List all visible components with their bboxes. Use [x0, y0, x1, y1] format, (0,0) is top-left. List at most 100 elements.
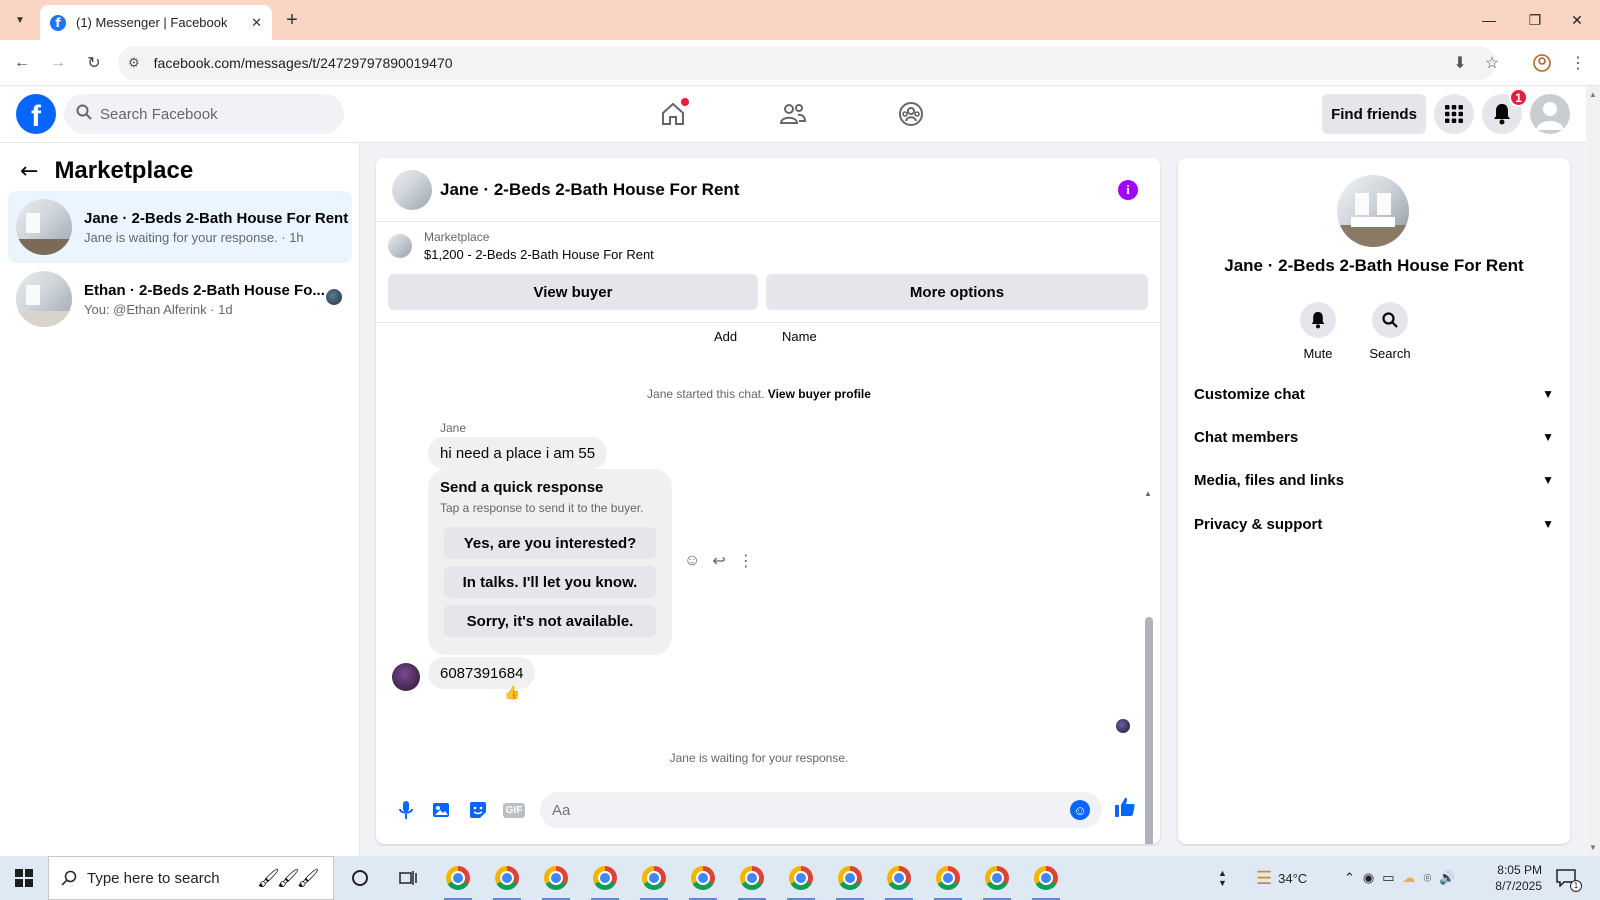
chrome-taskbar-icon[interactable]: [1030, 862, 1062, 900]
weather-widget[interactable]: ☰ 34°C: [1256, 856, 1307, 900]
tab-search-dropdown-icon[interactable]: ▼: [8, 8, 32, 32]
chrome-taskbar-icon[interactable]: [736, 862, 768, 900]
message-input-box[interactable]: ☺: [540, 792, 1102, 828]
forward-arrow-icon[interactable]: →: [46, 51, 70, 75]
cortana-icon[interactable]: [344, 862, 376, 894]
friends-nav-button[interactable]: [773, 96, 813, 132]
thumbs-up-reaction-icon[interactable]: 👍: [504, 685, 520, 701]
chat-avatar[interactable]: [392, 169, 432, 210]
chrome-taskbar-icon[interactable]: [540, 862, 572, 900]
chevron-down-icon: ▼: [1542, 517, 1554, 531]
account-avatar[interactable]: [1530, 94, 1570, 134]
groups-icon: [899, 102, 923, 126]
section-privacy-support[interactable]: Privacy & support ▼: [1194, 502, 1554, 546]
reload-icon[interactable]: ↻: [82, 51, 106, 75]
find-friends-button[interactable]: Find friends: [1322, 94, 1426, 134]
start-button[interactable]: [0, 856, 48, 900]
photo-icon[interactable]: [424, 792, 460, 828]
search-conversation-button[interactable]: Search: [1358, 302, 1422, 361]
groups-nav-button[interactable]: [891, 96, 931, 132]
menu-button[interactable]: [1434, 94, 1474, 134]
notifications-button[interactable]: 1: [1482, 88, 1528, 134]
install-app-icon[interactable]: ⬇: [1448, 51, 1472, 75]
seen-avatar: [326, 289, 342, 305]
chat-details-panel: Jane · 2-Beds 2-Bath House For Rent Mute…: [1178, 158, 1570, 844]
browser-tab-messenger[interactable]: f (1) Messenger | Facebook ✕: [40, 5, 272, 40]
sticker-icon[interactable]: [460, 792, 496, 828]
chrome-taskbar-icon[interactable]: [932, 862, 964, 900]
taskbar-clock[interactable]: 8:05 PM 8/7/2025: [1462, 862, 1542, 894]
scroll-up-icon[interactable]: ▲: [1589, 90, 1597, 99]
close-window-icon[interactable]: ✕: [1554, 0, 1600, 40]
emoji-icon[interactable]: ☺: [1070, 800, 1090, 820]
task-view-icon[interactable]: [392, 862, 424, 894]
chevron-up-icon[interactable]: ⌃: [1344, 870, 1355, 886]
temperature-text: 34°C: [1278, 870, 1308, 886]
view-buyer-profile-link[interactable]: View buyer profile: [768, 387, 871, 401]
thumbs-up-send-icon[interactable]: [1114, 796, 1136, 824]
back-arrow-icon[interactable]: ←: [10, 51, 34, 75]
facebook-search-input[interactable]: [100, 105, 320, 123]
quick-reply-in-talks[interactable]: In talks. I'll let you know.: [444, 566, 656, 598]
sender-avatar[interactable]: [392, 663, 420, 691]
chrome-taskbar-icon[interactable]: [638, 862, 670, 900]
bookmark-star-icon[interactable]: ☆: [1480, 51, 1504, 75]
profile-icon[interactable]: [1530, 51, 1554, 75]
section-customize-chat[interactable]: Customize chat ▼: [1194, 372, 1554, 416]
webcam-icon[interactable]: ⌾: [1424, 870, 1432, 886]
page-scrollbar[interactable]: ▲ ▼: [1586, 86, 1600, 856]
scroll-down-icon[interactable]: ▼: [1589, 843, 1597, 852]
chrome-taskbar-icon[interactable]: [834, 862, 866, 900]
info-icon[interactable]: i: [1118, 180, 1138, 200]
chrome-taskbar-icon[interactable]: [687, 862, 719, 900]
home-nav-button[interactable]: [653, 96, 693, 132]
more-actions-icon[interactable]: ⋮: [738, 551, 754, 571]
record-icon[interactable]: ◉: [1363, 870, 1374, 886]
chat-header: Jane · 2-Beds 2-Bath House For Rent i: [376, 158, 1160, 222]
chrome-taskbar-icon[interactable]: [589, 862, 621, 900]
network-icon[interactable]: ▭: [1382, 870, 1394, 886]
minimize-window-icon[interactable]: —: [1466, 0, 1512, 40]
more-options-button[interactable]: More options: [766, 274, 1148, 310]
new-tab-button[interactable]: +: [280, 8, 304, 32]
quick-reply-interested[interactable]: Yes, are you interested?: [444, 527, 656, 559]
chrome-taskbar-icon[interactable]: [442, 862, 474, 900]
scroll-up-icon[interactable]: ▲: [1144, 489, 1152, 498]
gif-icon[interactable]: GIF: [496, 792, 532, 828]
action-center-icon[interactable]: 1: [1556, 856, 1582, 900]
reply-icon[interactable]: ↩: [712, 551, 725, 571]
chrome-taskbar-icon[interactable]: [981, 862, 1013, 900]
back-arrow-icon[interactable]: ←: [20, 159, 38, 184]
conversation-item-ethan[interactable]: Ethan · 2-Beds 2-Bath House Fo... You: @…: [8, 263, 352, 335]
restore-window-icon[interactable]: ❐: [1512, 0, 1558, 40]
react-smiley-icon[interactable]: ☺: [684, 552, 700, 570]
volume-icon[interactable]: 🔊: [1439, 870, 1455, 886]
view-buyer-button[interactable]: View buyer: [388, 274, 758, 310]
section-chat-members[interactable]: Chat members ▼: [1194, 415, 1554, 459]
site-settings-icon[interactable]: ⚙: [128, 55, 140, 71]
message-bubble[interactable]: hi need a place i am 55: [428, 437, 608, 469]
chrome-taskbar-icon[interactable]: [491, 862, 523, 900]
listing-summary[interactable]: Marketplace $1,200 - 2-Beds 2-Bath House…: [388, 230, 654, 262]
microphone-icon[interactable]: [388, 792, 424, 828]
taskbar-search-box[interactable]: 🖌🖌🖌: [48, 856, 334, 900]
show-hidden-tray-icon[interactable]: ▲ ▼: [1218, 856, 1227, 900]
section-media-files-links[interactable]: Media, files and links ▼: [1194, 458, 1554, 502]
address-bar[interactable]: ⚙ facebook.com/messages/t/24729797890019…: [118, 46, 1496, 80]
facebook-search-box[interactable]: [64, 94, 344, 134]
chat-title[interactable]: Jane · 2-Beds 2-Bath House For Rent: [440, 180, 739, 200]
windows-taskbar: 🖌🖌🖌 ▲▼ ☰ 34°C ⌃ ◉ ▭ ☁ ⌾ 🔊 8:05 PM 8/7/20…: [0, 856, 1600, 900]
taskbar-search-input[interactable]: [87, 869, 257, 887]
browser-menu-icon[interactable]: ⋮: [1566, 51, 1590, 75]
onedrive-icon[interactable]: ☁: [1403, 870, 1416, 886]
quick-reply-not-available[interactable]: Sorry, it's not available.: [444, 605, 656, 637]
search-icon: [76, 104, 92, 124]
message-input[interactable]: [552, 801, 1070, 819]
conversation-preview: You: @Ethan Alferink · 1d: [84, 301, 233, 317]
chrome-taskbar-icon[interactable]: [883, 862, 915, 900]
mute-button[interactable]: Mute: [1286, 302, 1350, 361]
chrome-taskbar-icon[interactable]: [785, 862, 817, 900]
tab-close-icon[interactable]: ✕: [251, 15, 262, 31]
conversation-item-jane[interactable]: Jane · 2-Beds 2-Bath House For Rent Jane…: [8, 191, 352, 263]
facebook-logo-icon[interactable]: f: [16, 94, 56, 134]
